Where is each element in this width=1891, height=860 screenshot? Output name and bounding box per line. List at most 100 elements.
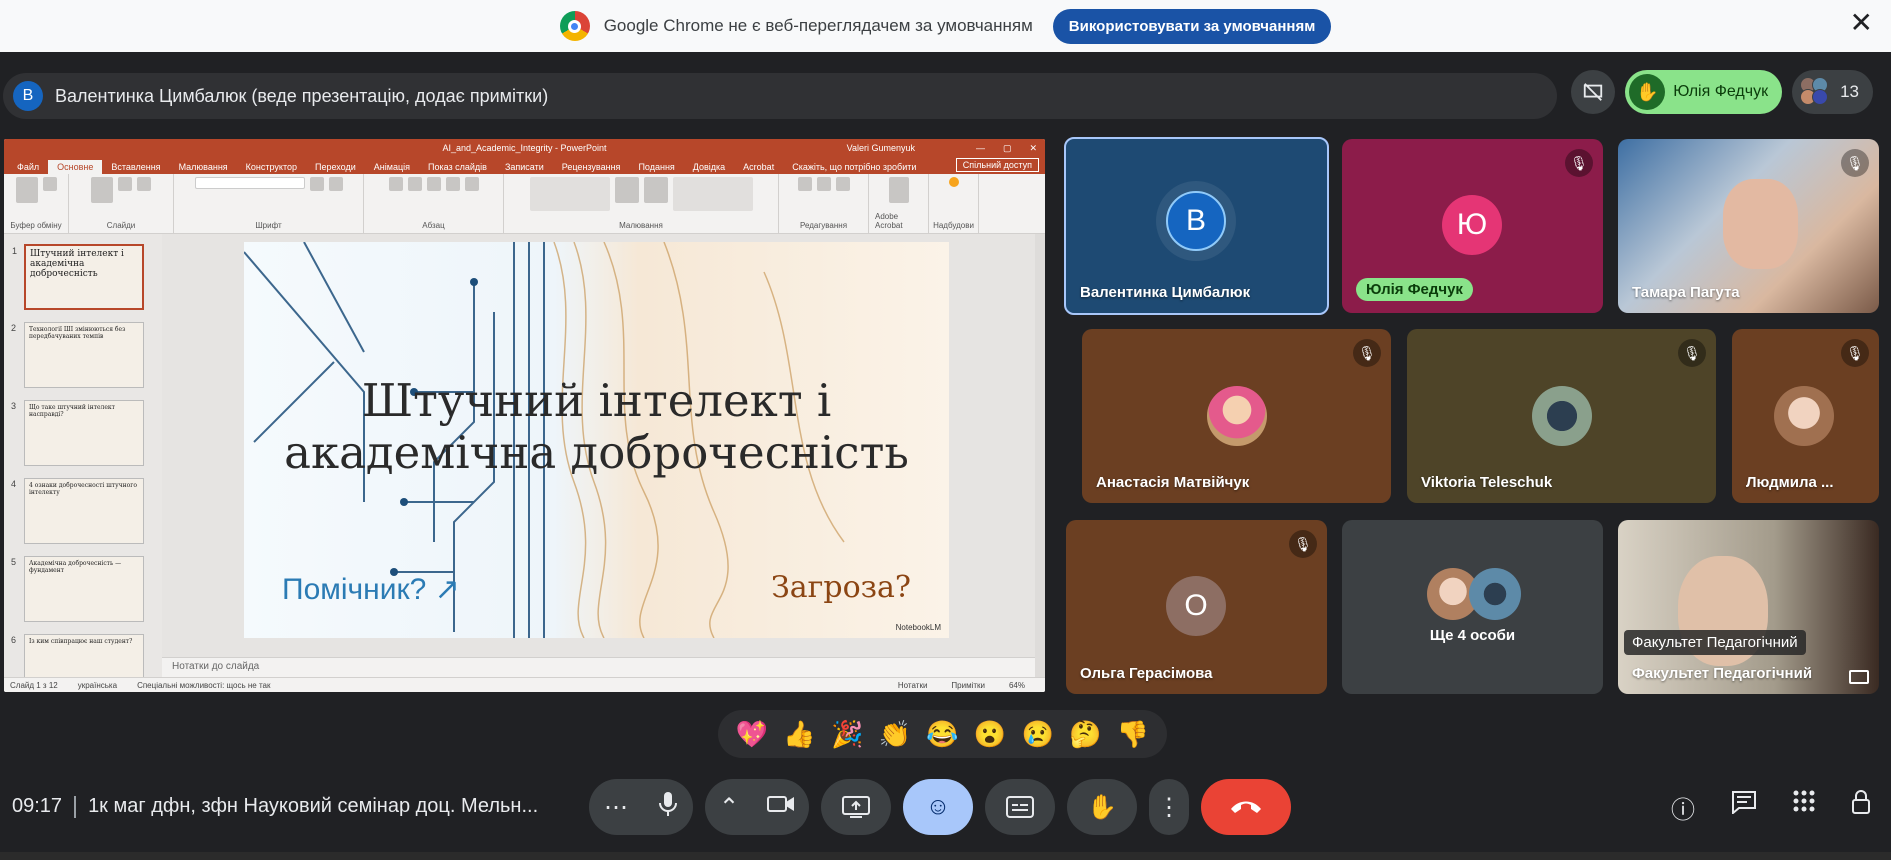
participant-tile[interactable]: В Валентинка Цимбалюк [1064, 137, 1329, 315]
reaction-sad[interactable]: 😢 [1022, 719, 1054, 750]
activities-icon[interactable] [1793, 790, 1815, 825]
ppt-tab[interactable]: Показ слайдів [419, 160, 496, 174]
pin-icon[interactable] [1849, 670, 1869, 684]
presenter-bar: В Валентинка Цимбалюк (веде презентацію,… [3, 73, 1557, 119]
camera-icon[interactable] [767, 793, 795, 821]
participants-count: 13 [1840, 82, 1859, 101]
video-caption-overlay: Факультет Педагогічний [1624, 630, 1806, 655]
ppt-tab[interactable]: Довідка [684, 160, 734, 174]
captions-button[interactable] [985, 779, 1055, 835]
current-slide[interactable]: Штучний інтелект і академічна доброчесні… [244, 242, 949, 638]
accessibility-status[interactable]: Спеціальні можливості: щось не так [137, 681, 270, 690]
close-infobar-icon[interactable]: ✕ [1850, 6, 1873, 39]
participants-button[interactable]: 13 [1792, 70, 1873, 114]
ribbon-group: Абзац [364, 174, 504, 233]
more-participants-label: Ще 4 особи [1429, 627, 1516, 644]
notes-toggle[interactable]: Нотатки [898, 681, 928, 690]
chat-icon[interactable] [1731, 790, 1757, 825]
leave-call-button[interactable] [1201, 779, 1291, 835]
slide-notes[interactable]: Нотатки до слайда [162, 657, 1045, 677]
ppt-tab[interactable]: Подання [629, 160, 683, 174]
participant-tile[interactable]: 🎙 Анастасія Матвійчук [1082, 329, 1391, 503]
raise-hand-button[interactable]: ✋ [1067, 779, 1137, 835]
ppt-tab[interactable]: Малювання [170, 160, 237, 174]
smiley-icon: ☺ [925, 793, 951, 820]
reaction-sparkling-heart[interactable]: 💖 [736, 719, 768, 750]
meeting-details-icon[interactable]: ⓘ [1671, 790, 1695, 825]
reaction-thumbs-down[interactable]: 👎 [1117, 719, 1149, 750]
reaction-thinking[interactable]: 🤔 [1069, 719, 1101, 750]
ppt-tab[interactable]: Записати [496, 160, 553, 174]
ppt-window-title: AI_and_Academic_Integrity - PowerPoint [442, 143, 607, 153]
participant-tile[interactable]: 🎙 О Ольга Герасімова [1066, 520, 1327, 694]
shared-screen[interactable]: AI_and_Academic_Integrity - PowerPoint V… [4, 139, 1045, 692]
slide-thumbnail[interactable]: 2 Технології ШІ змінюються без передбачув… [11, 322, 144, 388]
hand-icon: ✋ [1087, 793, 1117, 821]
participant-avatar [1532, 386, 1592, 446]
zoom-level[interactable]: 64% [1009, 681, 1025, 690]
participant-tile[interactable]: 🎙 Тамара Пагута [1618, 139, 1879, 313]
active-speaker-pill[interactable]: ✋ Юлія Федчук [1625, 70, 1783, 114]
ribbon-group-label: Редагування [799, 221, 848, 230]
set-default-button[interactable]: Використовувати за умовчанням [1052, 8, 1332, 44]
ppt-tab[interactable]: Вставлення [102, 160, 169, 174]
host-controls-lock-icon[interactable] [1851, 790, 1871, 825]
participant-tile[interactable]: Факультет Педагогічний Факультет Педагог… [1618, 520, 1879, 694]
call-controls: ⋯ ⌃ ☺ ✋ ⋮ [589, 779, 1291, 835]
ppt-tab[interactable]: Анімація [365, 160, 419, 174]
ppt-tab[interactable]: Конструктор [237, 160, 306, 174]
ppt-tab[interactable]: Файл [8, 160, 48, 174]
ppt-tab[interactable]: Основне [48, 160, 103, 174]
language-indicator[interactable]: українська [78, 681, 117, 690]
hide-presentation-icon[interactable] [1571, 70, 1616, 114]
participant-tile[interactable]: 🎙 Ю Юлія Федчук [1342, 139, 1603, 313]
reaction-clap[interactable]: 👏 [879, 719, 911, 750]
reaction-laugh[interactable]: 😂 [926, 719, 958, 750]
meeting-info: 09:17 1к маг дфн, зфн Науковий семінар д… [12, 795, 538, 818]
present-screen-button[interactable] [821, 779, 891, 835]
presenter-text: Валентинка Цимбалюк (веде презентацію, д… [55, 85, 549, 106]
reaction-party[interactable]: 🎉 [831, 719, 863, 750]
participant-avatar: О [1166, 576, 1226, 636]
slide-thumbnail[interactable]: 44 ознаки доброчесності штучного інтелек… [11, 478, 144, 544]
participant-avatar [1469, 568, 1521, 620]
ppt-tab[interactable]: Acrobat [734, 160, 783, 174]
raised-hand-icon: ✋ [1629, 74, 1666, 110]
more-audio-icon[interactable]: ⋯ [604, 793, 628, 822]
presenter-avatar: В [13, 81, 43, 111]
slide-editor[interactable]: Штучний інтелект і академічна доброчесні… [162, 234, 1045, 677]
editor-scrollbar[interactable] [1035, 234, 1045, 677]
infobar-message: Google Chrome не є веб-переглядачем за у… [603, 16, 1033, 35]
ppt-tab[interactable]: Переходи [306, 160, 365, 174]
reaction-surprised[interactable]: 😮 [974, 719, 1006, 750]
more-options-button[interactable]: ⋮ [1149, 779, 1189, 835]
present-icon [842, 796, 870, 818]
emoji-reactions-button[interactable]: ☺ [903, 779, 973, 835]
microphone-icon[interactable] [658, 791, 678, 824]
mic-off-icon: 🎙 [1678, 339, 1706, 367]
reaction-thumbs-up[interactable]: 👍 [783, 719, 815, 750]
video-control-group: ⌃ [705, 779, 809, 835]
slide-title: Штучний інтелект і академічна доброчесні… [284, 374, 909, 479]
slide-thumbnail[interactable]: 5 Академічна доброчесність — фундамент [11, 556, 144, 622]
slide-thumbnail[interactable]: 3 Що таке штучний інтелект насправді? [11, 400, 144, 466]
comments-toggle[interactable]: Примітки [951, 681, 985, 690]
chrome-logo-icon [559, 11, 590, 41]
ppt-tell-me[interactable]: Скажіть, що потрібно зробити [783, 160, 925, 174]
participant-tile[interactable]: 🎙 Viktoria Teleschuk [1407, 329, 1716, 503]
slide-thumbnail[interactable]: 1 Штучний інтелект і академічна доброчесн… [12, 244, 144, 310]
slide-counter: Слайд 1 з 12 [10, 680, 58, 690]
meeting-title[interactable]: 1к маг дфн, зфн Науковий семінар доц. Ме… [88, 795, 538, 818]
participant-tile[interactable]: 🎙 Людмила ... [1732, 329, 1879, 503]
chevron-up-icon[interactable]: ⌃ [719, 793, 739, 822]
slide-thumbnail[interactable]: 6 Із ким співпрацює наш студент? [11, 634, 144, 677]
participant-avatar: В [1166, 191, 1226, 251]
ppt-status-bar: Слайд 1 з 12 українська Спеціальні можли… [4, 677, 1045, 692]
participant-avatar: Ю [1442, 195, 1502, 255]
more-participants-tile[interactable]: Ще 4 особи [1342, 520, 1603, 694]
participant-name: Тамара Пагута [1632, 284, 1740, 301]
slide-thumbnails: 1 Штучний інтелект і академічна доброчесн… [4, 234, 162, 677]
ppt-share-button[interactable]: Спільний доступ [955, 158, 1039, 172]
ppt-tab[interactable]: Рецензування [553, 160, 630, 174]
ribbon-group-label: Абзац [422, 221, 445, 230]
